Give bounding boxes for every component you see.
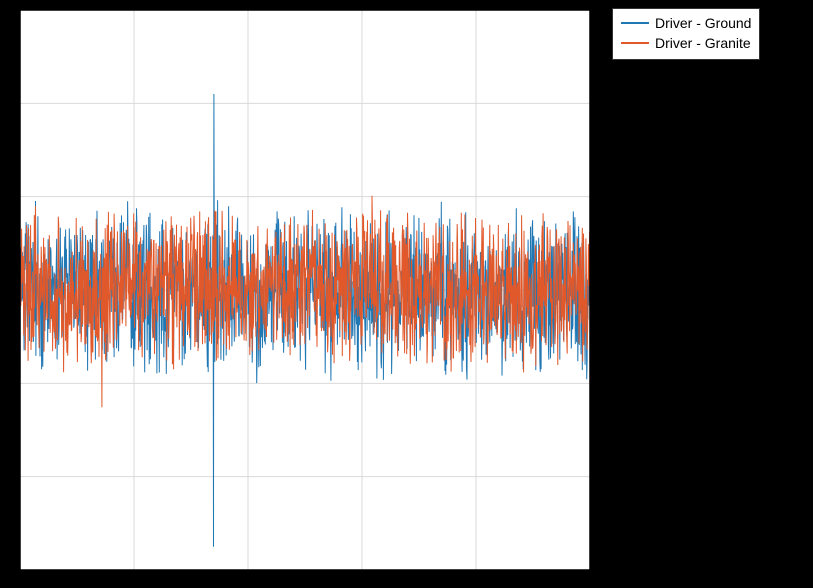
legend-item: Driver - Ground (621, 13, 751, 33)
legend-label: Driver - Ground (655, 15, 751, 31)
chart-svg (0, 0, 813, 588)
chart-root: Driver - Ground Driver - Granite (0, 0, 813, 588)
legend: Driver - Ground Driver - Granite (612, 8, 760, 60)
legend-label: Driver - Granite (655, 35, 751, 51)
legend-swatch-icon (621, 22, 649, 24)
legend-swatch-icon (621, 42, 649, 44)
legend-item: Driver - Granite (621, 33, 751, 53)
